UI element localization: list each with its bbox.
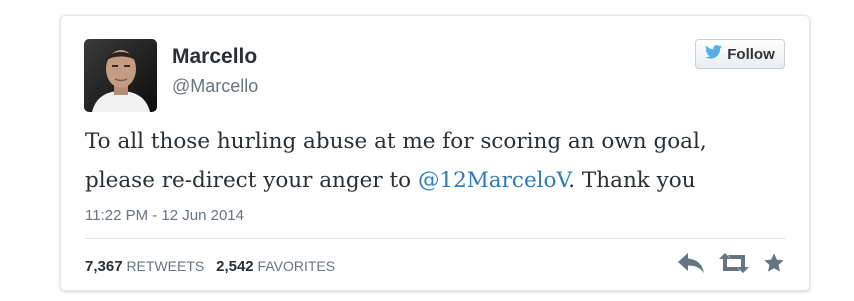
user-handle[interactable]: @Marcello	[172, 76, 258, 97]
follow-button[interactable]: Follow	[695, 39, 785, 69]
retweets-label: RETWEETS	[126, 258, 205, 274]
tweet-text-line1: To all those hurling abuse at me for sco…	[85, 129, 707, 154]
display-name[interactable]: Marcello	[172, 45, 257, 69]
avatar[interactable]	[84, 39, 157, 112]
divider	[84, 238, 786, 239]
twitter-bird-icon	[705, 44, 723, 64]
tweet-text-line2-end: . Thank you	[568, 168, 696, 193]
follow-button-label: Follow	[727, 45, 775, 63]
favorites-count: 2,542	[216, 258, 254, 275]
tweet-stats: 7,367 RETWEETS 2,542 FAVORITES	[85, 258, 335, 275]
retweets-count: 7,367	[85, 258, 123, 275]
tweet-card: Marcello @Marcello Follow To all those h…	[60, 15, 810, 291]
reply-icon[interactable]	[677, 252, 705, 274]
star-icon[interactable]	[763, 252, 785, 274]
tweet-text-line2-start: please re-direct your anger to	[85, 168, 418, 193]
tweet-actions	[677, 252, 785, 274]
retweet-icon[interactable]	[719, 252, 749, 274]
favorites-label: FAVORITES	[257, 258, 336, 274]
retweets-stat[interactable]: 7,367 RETWEETS	[85, 258, 205, 275]
favorites-stat[interactable]: 2,542 FAVORITES	[216, 258, 336, 275]
mention-link[interactable]: @12MarceloV	[418, 168, 568, 193]
tweet-text: To all those hurling abuse at me for sco…	[85, 122, 785, 200]
tweet-timestamp[interactable]: 11:22 PM - 12 Jun 2014	[85, 207, 244, 224]
